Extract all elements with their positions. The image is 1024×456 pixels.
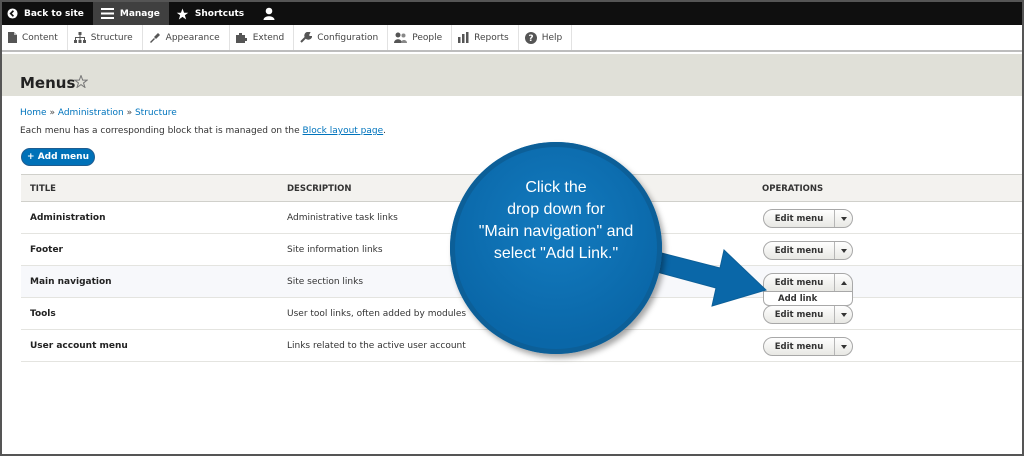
breadcrumb: Home » Administration » Structure (20, 108, 177, 118)
back-to-site-label: Back to site (24, 8, 84, 19)
help-icon: ? (524, 31, 537, 44)
breadcrumb-separator: » (49, 108, 55, 118)
edit-menu-button[interactable]: Edit menu (764, 210, 835, 227)
row-description: Site information links (287, 245, 383, 255)
row-description: User tool links, often added by modules (287, 309, 467, 319)
tray-label: Structure (90, 32, 133, 43)
tray-content[interactable]: Content (2, 25, 68, 50)
shortcuts-label: Shortcuts (194, 8, 245, 19)
admin-tray: Content Structure Appearance Extend Conf… (2, 25, 1022, 52)
tray-label: Reports (474, 32, 509, 43)
caret-down-icon (840, 344, 847, 349)
row-description: Site section links (287, 277, 364, 287)
reports-icon (458, 32, 469, 43)
wrench-icon (300, 32, 313, 43)
breadcrumb-administration[interactable]: Administration (58, 108, 124, 118)
edit-menu-button[interactable]: Edit menu (764, 338, 835, 355)
header-description: DESCRIPTION (287, 184, 352, 194)
user-tab[interactable] (253, 2, 290, 25)
caret-up-icon (840, 280, 847, 285)
operations-dropbutton: Edit menu (763, 273, 853, 292)
tray-label: Configuration (317, 32, 379, 43)
tray-label: Help (541, 32, 563, 43)
row-title: Main navigation (30, 277, 112, 287)
dropdown-toggle[interactable] (835, 344, 852, 349)
user-icon (263, 7, 275, 20)
row-title: Administration (30, 213, 106, 223)
people-icon (394, 32, 408, 43)
star-icon (176, 8, 189, 20)
help-text: Each menu has a corresponding block that… (20, 126, 386, 136)
header-operations: OPERATIONS (762, 184, 824, 194)
back-arrow-icon (7, 8, 18, 19)
tray-configuration[interactable]: Configuration (294, 25, 389, 50)
header-title: TITLE (30, 184, 56, 194)
shortcut-star-icon[interactable] (73, 73, 89, 92)
help-text-prefix: Each menu has a corresponding block that… (20, 126, 303, 136)
browser-frame: Back to site Manage Shortcuts Content St… (0, 0, 1024, 456)
tray-label: People (412, 32, 443, 43)
block-layout-link[interactable]: Block layout page (303, 126, 384, 136)
edit-menu-button[interactable]: Edit menu (764, 306, 835, 323)
breadcrumb-structure[interactable]: Structure (135, 108, 177, 118)
instruction-callout: Click the drop down for "Main navigation… (450, 142, 662, 354)
add-menu-button[interactable]: + Add menu (21, 148, 95, 166)
tray-people[interactable]: People (388, 25, 453, 50)
dropdown-toggle[interactable] (835, 312, 852, 317)
back-to-site-link[interactable]: Back to site (2, 2, 93, 25)
caret-down-icon (840, 216, 847, 221)
appearance-icon (149, 33, 160, 43)
page-title: Menus (20, 74, 76, 92)
tray-label: Content (22, 32, 58, 43)
operations-dropbutton: Edit menu (763, 209, 853, 228)
tray-label: Appearance (165, 32, 220, 43)
dropdown-toggle[interactable] (835, 248, 852, 253)
admin-toolbar: Back to site Manage Shortcuts (2, 2, 1022, 25)
tray-structure[interactable]: Structure (68, 25, 143, 50)
page-header: Menus (2, 54, 1022, 96)
operations-dropbutton: Edit menu (763, 241, 853, 260)
row-description: Administrative task links (287, 213, 398, 223)
extend-icon (235, 33, 247, 43)
hamburger-icon (100, 8, 114, 19)
row-title: User account menu (30, 341, 128, 351)
caret-down-icon (840, 312, 847, 317)
shortcuts-tab[interactable]: Shortcuts (169, 2, 253, 25)
edit-menu-button[interactable]: Edit menu (764, 242, 835, 259)
operations-dropbutton: Edit menu (763, 337, 853, 356)
tray-help[interactable]: ? Help (519, 25, 573, 50)
breadcrumb-home[interactable]: Home (20, 108, 47, 118)
caret-down-icon (840, 248, 847, 253)
dropdown-toggle[interactable] (835, 280, 852, 285)
svg-text:?: ? (528, 34, 533, 44)
manage-tab[interactable]: Manage (92, 2, 169, 25)
tray-extend[interactable]: Extend (230, 25, 295, 50)
breadcrumb-separator: » (126, 108, 133, 118)
row-title: Tools (30, 309, 56, 319)
tray-label: Extend (252, 32, 285, 43)
dropdown-toggle[interactable] (835, 216, 852, 221)
tray-reports[interactable]: Reports (452, 25, 519, 50)
manage-label: Manage (119, 8, 160, 19)
callout-text: Click the drop down for "Main navigation… (478, 179, 634, 262)
row-title: Footer (30, 245, 63, 255)
row-description: Links related to the active user account (287, 341, 466, 351)
structure-icon (73, 32, 86, 43)
help-text-suffix: . (383, 126, 387, 136)
content-icon (8, 32, 17, 43)
operations-dropbutton: Edit menu (763, 305, 853, 324)
edit-menu-button[interactable]: Edit menu (764, 274, 835, 291)
tray-appearance[interactable]: Appearance (143, 25, 230, 50)
